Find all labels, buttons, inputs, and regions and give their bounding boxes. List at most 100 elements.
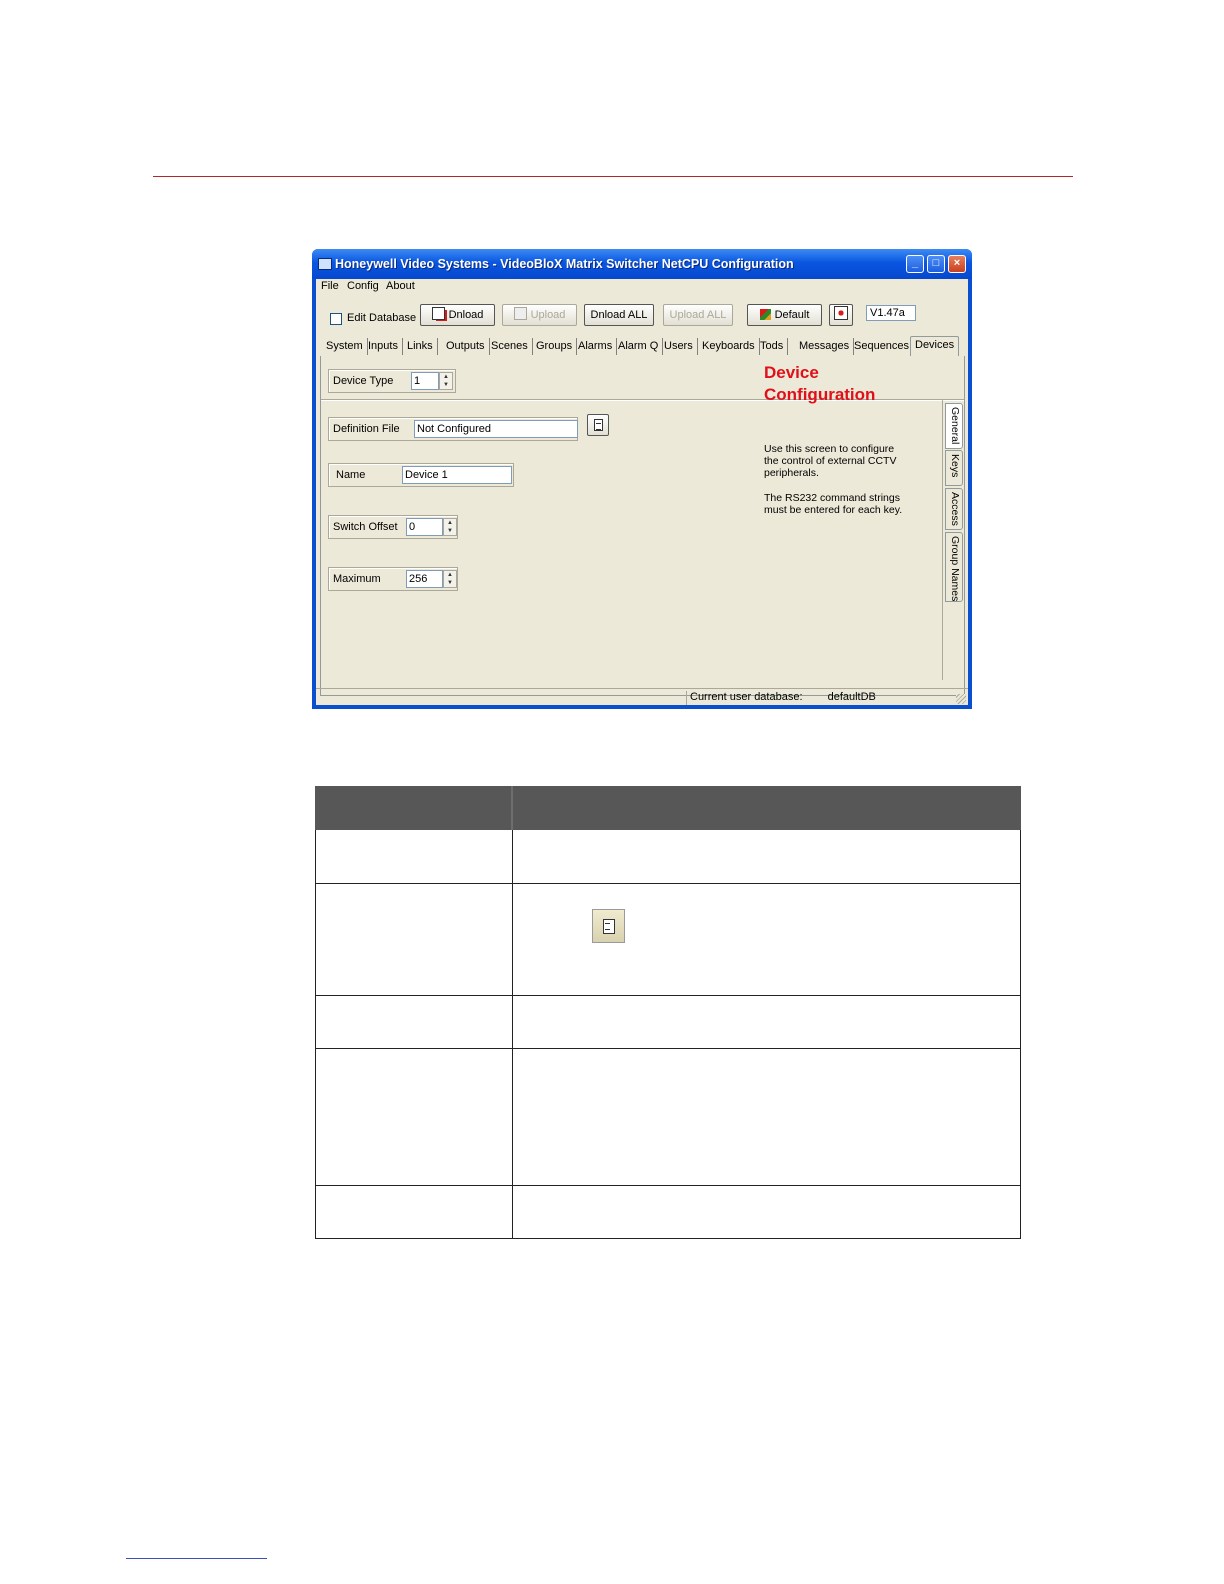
table-cell	[316, 1049, 513, 1185]
tab-inputs[interactable]: Inputs	[364, 338, 403, 355]
tab-tods[interactable]: Tods	[756, 338, 789, 355]
definition-file-label: Definition File	[333, 423, 400, 435]
menu-about[interactable]: About	[386, 280, 415, 292]
side-tab-general-label: General	[949, 407, 961, 445]
status-bar: Current user database: defaultDB	[316, 688, 968, 706]
switch-offset-label: Switch Offset	[333, 521, 398, 533]
side-tab-group-names[interactable]: Group Names	[945, 532, 963, 602]
network-button[interactable]	[829, 304, 853, 326]
status-value: defaultDB	[827, 691, 876, 703]
window-title: Honeywell Video Systems - VideoBloX Matr…	[335, 257, 794, 271]
edit-database-checkbox[interactable]	[330, 313, 342, 325]
tab-groups[interactable]: Groups	[532, 338, 578, 355]
spin-down-icon: ▼	[443, 382, 449, 388]
menu-bar: File Config About	[316, 279, 968, 296]
side-tab-keys-label: Keys	[949, 454, 961, 478]
side-tab-group-names-label: Group Names	[949, 536, 961, 602]
upload-icon	[513, 307, 527, 320]
tab-outputs[interactable]: Outputs	[442, 338, 490, 355]
dnload-label: Dnload	[448, 309, 484, 321]
table-cell	[513, 830, 1020, 883]
definition-file-group: Definition File Not Configured	[328, 417, 578, 441]
header-rule	[153, 176, 1073, 177]
switch-offset-input[interactable]: 0	[406, 518, 443, 536]
table-cell	[316, 884, 513, 995]
tab-scenes[interactable]: Scenes	[487, 338, 533, 355]
app-window: Honeywell Video Systems - VideoBloX Matr…	[312, 249, 972, 709]
tab-bar: System Inputs Links Outputs Scenes Group…	[322, 336, 962, 356]
upload-all-button[interactable]: Upload ALL	[663, 304, 733, 326]
device-type-input[interactable]: 1	[411, 372, 439, 390]
browse-button-illustration	[592, 909, 625, 943]
maximize-button[interactable]: □	[927, 255, 945, 273]
dnload-button[interactable]: Dnload	[420, 304, 495, 326]
maximum-group: Maximum 256 ▲ ▼	[328, 567, 458, 591]
dnload-all-button[interactable]: Dnload ALL	[584, 304, 654, 326]
devices-panel: Device Type 1 ▲ ▼ Definition File Not Con…	[320, 356, 965, 696]
resize-grip[interactable]	[956, 694, 966, 704]
maximum-label: Maximum	[333, 573, 381, 585]
side-tab-general[interactable]: General	[945, 403, 963, 449]
menu-config[interactable]: Config	[347, 280, 379, 292]
info-text-line: must be entered for each key.	[764, 504, 903, 516]
table-cell	[513, 884, 1020, 995]
tab-links[interactable]: Links	[403, 338, 438, 355]
tab-alarm-q[interactable]: Alarm Q	[614, 338, 664, 355]
status-database: Current user database: defaultDB	[686, 691, 876, 705]
name-group: Name Device 1	[328, 463, 514, 487]
upload-button[interactable]: Upload	[502, 304, 577, 326]
table-row	[315, 1049, 1021, 1186]
name-label: Name	[336, 469, 366, 481]
info-text-line: Use this screen to configure	[764, 443, 895, 455]
device-type-spinner[interactable]: ▲ ▼	[439, 372, 453, 390]
spin-up-icon: ▲	[447, 520, 453, 526]
document-icon	[594, 419, 603, 431]
table-row	[315, 884, 1021, 996]
app-monitor-icon	[318, 258, 332, 270]
tab-devices[interactable]: Devices	[910, 336, 960, 356]
dnload-icon	[431, 307, 445, 320]
info-paragraph-2: The RS232 command strings must be entere…	[764, 492, 914, 516]
switch-offset-spinner[interactable]: ▲ ▼	[443, 518, 457, 536]
side-tab-access-label: Access	[949, 492, 961, 526]
tab-alarms[interactable]: Alarms	[574, 338, 618, 355]
title-bar[interactable]: Honeywell Video Systems - VideoBloX Matr…	[312, 249, 972, 279]
table-header-divider	[511, 786, 513, 830]
switch-offset-group: Switch Offset 0 ▲ ▼	[328, 515, 458, 539]
spin-up-icon: ▲	[447, 572, 453, 578]
table-cell	[513, 996, 1020, 1048]
edit-database-label: Edit Database	[347, 312, 417, 324]
footer-rule	[126, 1558, 267, 1559]
tab-keyboards[interactable]: Keyboards	[698, 338, 760, 355]
maximum-input[interactable]: 256	[406, 570, 443, 588]
name-input[interactable]: Device 1	[402, 466, 512, 484]
toolbar: Edit Database Dnload Upload Dnload ALL U…	[316, 297, 968, 329]
tab-sequences[interactable]: Sequences	[850, 338, 915, 355]
tab-system[interactable]: System	[322, 338, 368, 355]
device-type-label: Device Type	[333, 375, 394, 387]
tab-users[interactable]: Users	[660, 338, 698, 355]
tab-messages[interactable]: Messages	[795, 338, 855, 355]
side-tab-keys[interactable]: Keys	[945, 450, 963, 486]
window-client: File Config About Edit Database Dnload U…	[316, 279, 968, 705]
definition-file-browse-button[interactable]	[587, 414, 609, 436]
definition-file-input[interactable]: Not Configured	[414, 420, 578, 438]
spin-down-icon: ▼	[447, 528, 453, 534]
network-icon	[834, 306, 848, 320]
info-text-line: peripherals.	[764, 467, 819, 479]
close-button[interactable]: ×	[948, 255, 966, 273]
field-description-table	[315, 786, 1021, 1239]
minimize-button[interactable]: _	[906, 255, 924, 273]
side-tab-access[interactable]: Access	[945, 488, 963, 530]
menu-file[interactable]: File	[321, 280, 339, 292]
default-button[interactable]: Default	[747, 304, 822, 326]
document-icon	[603, 919, 615, 934]
spin-down-icon: ▼	[447, 580, 453, 586]
info-title-line2: Configuration	[764, 385, 876, 404]
maximum-spinner[interactable]: ▲ ▼	[443, 570, 457, 588]
table-cell	[513, 1049, 1020, 1185]
table-cell	[316, 1186, 513, 1238]
default-icon	[759, 309, 771, 320]
device-type-group: Device Type 1 ▲ ▼	[328, 369, 456, 393]
info-title-line1: Device	[764, 363, 819, 382]
